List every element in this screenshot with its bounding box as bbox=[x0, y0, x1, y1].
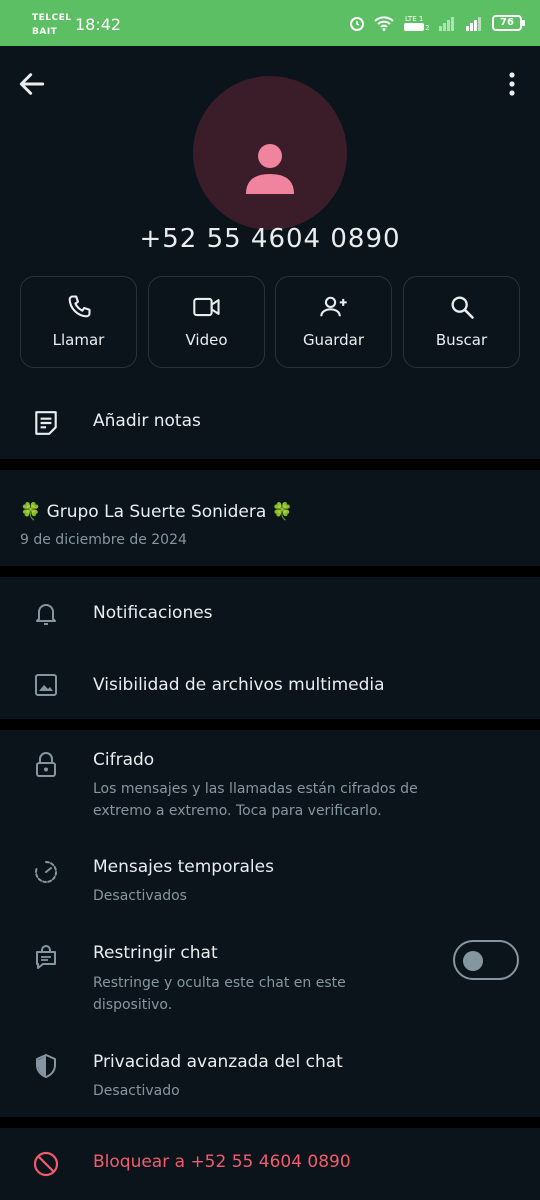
advanced-privacy-status: Desactivado bbox=[93, 1083, 180, 1099]
note-icon bbox=[35, 411, 57, 435]
avatar[interactable] bbox=[193, 76, 347, 230]
video-label: Video bbox=[185, 331, 228, 349]
restrict-chat-row[interactable]: Restringir chat Restringe y oculta este … bbox=[0, 930, 540, 1030]
lock-icon bbox=[36, 752, 56, 777]
save-label: Guardar bbox=[302, 331, 365, 349]
bell-icon bbox=[36, 604, 56, 625]
add-contact-icon bbox=[319, 296, 347, 317]
block-contact-row[interactable]: Bloquear a +52 55 4604 0890 bbox=[0, 1128, 540, 1200]
carrier-line-2: BAIT bbox=[32, 27, 58, 37]
toggle-knob bbox=[463, 951, 483, 971]
privacy-section: Cifrado Los mensajes y las llamadas está… bbox=[0, 730, 540, 1117]
group-date: 9 de diciembre de 2024 bbox=[20, 532, 187, 548]
encryption-title: Cifrado bbox=[93, 750, 155, 770]
phone-icon bbox=[68, 295, 91, 318]
alarm-icon bbox=[350, 17, 364, 31]
encryption-subtitle-line-1: Los mensajes y las llamadas están cifrad… bbox=[93, 781, 418, 797]
image-icon bbox=[35, 674, 57, 696]
group-name: 🍀 Grupo La Suerte Sonidera 🍀 bbox=[20, 502, 293, 522]
restrict-chat-title: Restringir chat bbox=[93, 943, 218, 963]
block-section: Bloquear a +52 55 4604 0890 bbox=[0, 1128, 540, 1200]
signal-2-icon bbox=[466, 17, 481, 31]
restrict-chat-subtitle-line-1: Restringe y oculta este chat en este bbox=[93, 975, 346, 991]
battery-icon: 76 bbox=[492, 15, 525, 31]
person-icon bbox=[246, 144, 294, 194]
call-button[interactable]: Llamar bbox=[20, 276, 137, 368]
wifi-icon bbox=[374, 16, 394, 31]
status-bar: TELCEL BAIT 18:42 LTE 12 76 bbox=[0, 0, 540, 46]
advanced-privacy-row[interactable]: Privacidad avanzada del chat Desactivado bbox=[0, 1040, 540, 1117]
advanced-privacy-title: Privacidad avanzada del chat bbox=[93, 1052, 343, 1072]
carrier-label: TELCEL BAIT bbox=[32, 11, 72, 39]
contact-phone-number[interactable]: +52 55 4604 0890 bbox=[0, 224, 540, 254]
disappearing-messages-title: Mensajes temporales bbox=[93, 857, 274, 877]
restrict-chat-subtitle-line-2: dispositivo. bbox=[93, 997, 173, 1013]
disappearing-messages-row[interactable]: Mensajes temporales Desactivados bbox=[0, 840, 540, 920]
search-label: Buscar bbox=[435, 331, 488, 349]
encryption-subtitle-line-2: extremo a extremo. Toca para verificarlo… bbox=[93, 803, 382, 819]
search-icon bbox=[451, 296, 474, 319]
add-notes-label: Añadir notas bbox=[93, 411, 201, 431]
shield-icon bbox=[36, 1054, 56, 1078]
arrow-left-icon bbox=[19, 73, 45, 95]
video-call-button[interactable]: Video bbox=[148, 276, 265, 368]
media-visibility-row[interactable]: Visibilidad de archivos multimedia bbox=[0, 649, 540, 719]
svg-text:LTE 1: LTE 1 bbox=[405, 15, 423, 23]
call-label: Llamar bbox=[52, 331, 105, 349]
status-time: 18:42 bbox=[75, 15, 122, 34]
block-contact-label: Bloquear a +52 55 4604 0890 bbox=[93, 1152, 351, 1172]
restrict-chat-toggle[interactable] bbox=[453, 940, 519, 980]
save-contact-button[interactable]: Guardar bbox=[275, 276, 392, 368]
video-icon bbox=[192, 297, 220, 317]
svg-text:2: 2 bbox=[425, 24, 429, 32]
more-vert-icon bbox=[509, 72, 515, 96]
notifications-row[interactable]: Notificaciones bbox=[0, 577, 540, 649]
notifications-section: Notificaciones Visibilidad de archivos m… bbox=[0, 577, 540, 719]
contact-header-section: +52 55 4604 0890 Llamar Video Guardar Bu… bbox=[0, 46, 540, 459]
chat-lock-icon bbox=[36, 945, 56, 969]
timer-icon bbox=[35, 860, 58, 883]
disappearing-messages-status: Desactivados bbox=[93, 888, 187, 904]
common-group-section[interactable]: 🍀 Grupo La Suerte Sonidera 🍀 9 de diciem… bbox=[0, 470, 540, 566]
encryption-row[interactable]: Cifrado Los mensajes y las llamadas está… bbox=[0, 730, 540, 832]
carrier-line-1: TELCEL bbox=[32, 13, 72, 23]
media-visibility-label: Visibilidad de archivos multimedia bbox=[93, 675, 385, 695]
notifications-label: Notificaciones bbox=[93, 603, 213, 623]
back-button[interactable] bbox=[16, 68, 48, 100]
volte-icon: LTE 12 bbox=[404, 15, 429, 32]
add-notes-row[interactable]: Añadir notas bbox=[0, 391, 540, 455]
block-icon bbox=[33, 1151, 59, 1177]
more-options-button[interactable] bbox=[500, 70, 524, 98]
contact-actions: Llamar Video Guardar Buscar bbox=[20, 276, 520, 368]
signal-1-icon bbox=[439, 17, 454, 31]
search-button[interactable]: Buscar bbox=[403, 276, 520, 368]
